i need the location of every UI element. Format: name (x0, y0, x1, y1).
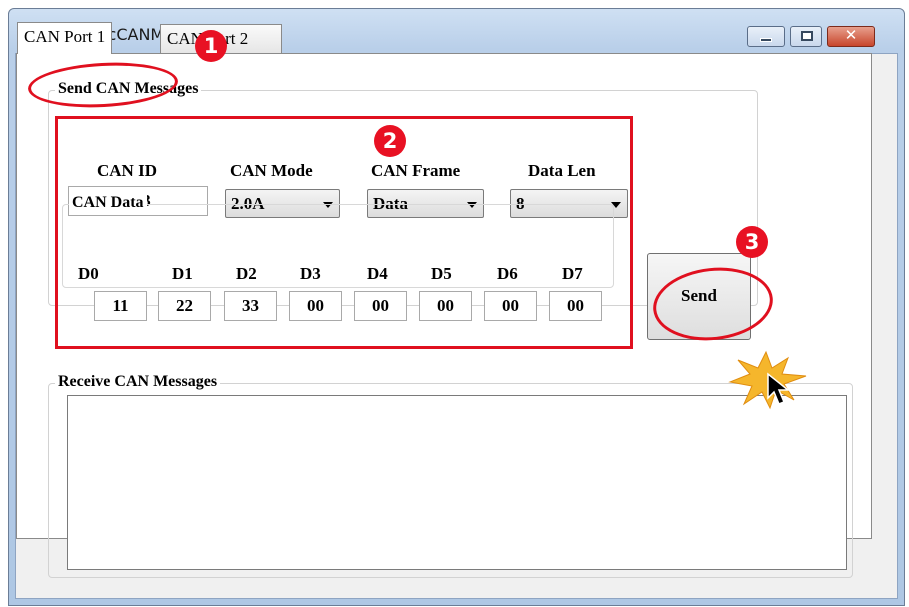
step-badge-3: 3 (736, 226, 768, 258)
step-badge-2: 2 (374, 125, 406, 157)
minimize-icon (760, 38, 772, 42)
step-badge-1: 1 (195, 30, 227, 62)
close-button[interactable]: ✕ (827, 26, 875, 47)
maximize-icon (801, 31, 813, 41)
close-icon: ✕ (844, 26, 858, 44)
tab-can-port-1[interactable]: CAN Port 1 (17, 22, 113, 54)
title-bar[interactable]: SendRecCANM ✕ (9, 9, 904, 53)
send-section-highlight (55, 116, 633, 349)
receive-messages-box[interactable] (67, 395, 847, 570)
click-burst-icon (728, 350, 807, 410)
minimize-button[interactable] (747, 26, 785, 47)
maximize-button[interactable] (790, 26, 822, 47)
receive-group-legend: Receive CAN Messages (55, 373, 221, 391)
